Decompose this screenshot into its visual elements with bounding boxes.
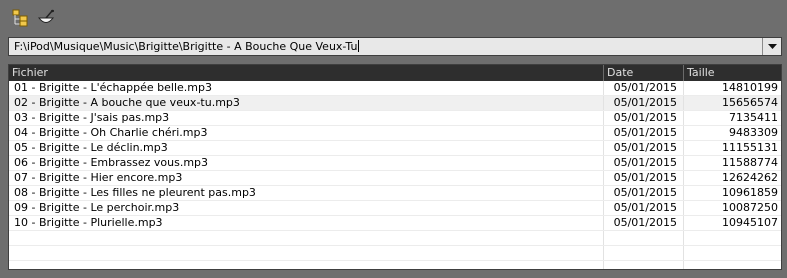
- bowl-spoon-icon[interactable]: [36, 8, 56, 28]
- column-header-date[interactable]: Date: [604, 65, 684, 81]
- file-name: 08 - Brigitte - Les filles ne pleurent p…: [9, 186, 604, 200]
- table-row[interactable]: 08 - Brigitte - Les filles ne pleurent p…: [9, 186, 781, 201]
- column-header-taille[interactable]: Taille: [684, 65, 781, 81]
- file-name: 02 - Brigitte - A bouche que veux-tu.mp3: [9, 96, 604, 110]
- path-combobox[interactable]: F:\iPod\Musique\Music\Brigitte\Brigitte …: [8, 37, 782, 56]
- list-header: Fichier Date Taille: [9, 65, 781, 81]
- empty-cell: [604, 231, 684, 245]
- file-date: 05/01/2015: [604, 111, 684, 125]
- file-size: 10961859: [722, 186, 778, 199]
- table-row[interactable]: 06 - Brigitte - Embrassez vous.mp3 05/01…: [9, 156, 781, 171]
- table-row[interactable]: 01 - Brigitte - L'échappée belle.mp3 05/…: [9, 81, 781, 96]
- file-size: 10087250: [722, 201, 778, 214]
- column-header-fichier[interactable]: Fichier: [9, 65, 604, 81]
- empty-row: [9, 231, 781, 246]
- file-size: 10945107: [722, 216, 778, 229]
- file-size: 7135411: [729, 111, 778, 124]
- table-row[interactable]: 04 - Brigitte - Oh Charlie chéri.mp3 05/…: [9, 126, 781, 141]
- file-size: 15656574: [722, 96, 778, 109]
- empty-row: [9, 246, 781, 261]
- toolbar: [10, 8, 56, 30]
- table-row[interactable]: 02 - Brigitte - A bouche que veux-tu.mp3…: [9, 96, 781, 111]
- file-name: 03 - Brigitte - J'sais pas.mp3: [9, 111, 604, 125]
- file-name: 01 - Brigitte - L'échappée belle.mp3: [9, 81, 604, 95]
- empty-cell: [9, 261, 604, 269]
- file-date: 05/01/2015: [604, 171, 684, 185]
- file-name: 06 - Brigitte - Embrassez vous.mp3: [9, 156, 604, 170]
- table-row[interactable]: 09 - Brigitte - Le perchoir.mp3 05/01/20…: [9, 201, 781, 216]
- dropdown-button[interactable]: [762, 38, 781, 55]
- file-name: 10 - Brigitte - Plurielle.mp3: [9, 216, 604, 230]
- table-row[interactable]: 03 - Brigitte - J'sais pas.mp3 05/01/201…: [9, 111, 781, 126]
- file-date: 05/01/2015: [604, 201, 684, 215]
- file-size: 9483309: [729, 126, 778, 139]
- text-caret: [358, 40, 360, 52]
- empty-cell: [684, 261, 781, 269]
- folder-tree-icon[interactable]: [10, 8, 30, 28]
- file-date: 05/01/2015: [604, 141, 684, 155]
- table-row[interactable]: 05 - Brigitte - Le déclin.mp3 05/01/2015…: [9, 141, 781, 156]
- file-name: 07 - Brigitte - Hier encore.mp3: [9, 171, 604, 185]
- empty-cell: [684, 246, 781, 260]
- file-size: 14810199: [722, 81, 778, 94]
- file-date: 05/01/2015: [604, 156, 684, 170]
- file-date: 05/01/2015: [604, 126, 684, 140]
- file-date: 05/01/2015: [604, 216, 684, 230]
- empty-cell: [9, 231, 604, 245]
- empty-cell: [9, 246, 604, 260]
- empty-cell: [604, 261, 684, 269]
- list-rows: 01 - Brigitte - L'échappée belle.mp3 05/…: [9, 81, 781, 269]
- file-name: 09 - Brigitte - Le perchoir.mp3: [9, 201, 604, 215]
- file-size: 11155131: [722, 141, 778, 154]
- file-size: 11588774: [722, 156, 778, 169]
- file-date: 05/01/2015: [604, 96, 684, 110]
- file-list[interactable]: Fichier Date Taille 01 - Brigitte - L'éc…: [8, 64, 782, 270]
- file-size: 12624262: [722, 171, 778, 184]
- path-input[interactable]: F:\iPod\Musique\Music\Brigitte\Brigitte …: [14, 40, 757, 54]
- file-name: 05 - Brigitte - Le déclin.mp3: [9, 141, 604, 155]
- chevron-down-icon: [767, 43, 777, 49]
- empty-cell: [604, 246, 684, 260]
- file-name: 04 - Brigitte - Oh Charlie chéri.mp3: [9, 126, 604, 140]
- empty-row: [9, 261, 781, 269]
- file-date: 05/01/2015: [604, 81, 684, 95]
- table-row[interactable]: 10 - Brigitte - Plurielle.mp3 05/01/2015…: [9, 216, 781, 231]
- table-row[interactable]: 07 - Brigitte - Hier encore.mp3 05/01/20…: [9, 171, 781, 186]
- file-date: 05/01/2015: [604, 186, 684, 200]
- empty-cell: [684, 231, 781, 245]
